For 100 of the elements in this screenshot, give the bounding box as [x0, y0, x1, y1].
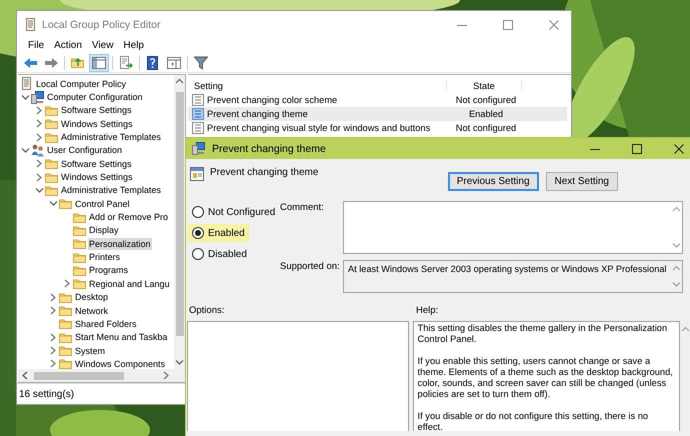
radio-button[interactable]: [192, 206, 204, 218]
scroll-thumb[interactable]: [176, 92, 184, 336]
chevron-right-icon[interactable]: [49, 292, 58, 302]
window-title: Prevent changing theme: [212, 142, 326, 154]
folder-up-icon[interactable]: [71, 56, 85, 70]
tree-item[interactable]: Computer Configuration: [46, 91, 144, 104]
folder-icon: [73, 264, 86, 277]
chevron-down-icon[interactable]: [35, 186, 44, 195]
tree-item[interactable]: User Configuration: [46, 144, 124, 156]
radio-button[interactable]: [192, 227, 204, 239]
policy-setting-icon: [190, 167, 204, 181]
setting-icon: [192, 108, 204, 120]
folder-icon: [59, 197, 72, 210]
chevron-right-icon[interactable]: [49, 332, 58, 342]
tree-item[interactable]: Administrative Templates: [60, 131, 162, 144]
chevron-right-icon[interactable]: [35, 172, 44, 182]
tree-item[interactable]: Administrative Templates: [60, 184, 162, 196]
folder-icon: [45, 117, 58, 130]
back-icon[interactable]: [23, 56, 37, 70]
radio-label[interactable]: Disabled: [208, 248, 247, 260]
tree-item[interactable]: Regional and Langu: [88, 278, 171, 290]
tree-item[interactable]: Software Settings: [60, 104, 133, 116]
folder-icon: [59, 330, 72, 344]
radio-label[interactable]: Not Configured: [208, 206, 276, 218]
setting-title: Prevent changing theme: [210, 167, 318, 178]
table-cell-text: Enabled: [468, 109, 504, 119]
folder-icon: [45, 157, 58, 170]
menu-item[interactable]: Action: [49, 38, 87, 53]
tree-item[interactable]: Display: [88, 224, 120, 236]
tree-item[interactable]: Windows Components: [74, 358, 166, 369]
scroll-up-icon[interactable]: [175, 77, 184, 86]
folder-icon: [45, 130, 58, 144]
scroll-thumb[interactable]: [34, 372, 124, 380]
tree-item[interactable]: Shared Folders: [74, 318, 138, 330]
column-header[interactable]: Setting: [188, 81, 447, 91]
chevron-right-icon[interactable]: [63, 279, 72, 288]
folder-icon: [73, 210, 86, 224]
next-setting-button[interactable]: Next Setting: [546, 172, 618, 191]
folder-icon: [59, 344, 72, 358]
scroll-right-icon[interactable]: [162, 371, 171, 380]
menu-item[interactable]: View: [86, 38, 118, 53]
chevron-down-icon[interactable]: [49, 199, 58, 208]
help-text: If you enable this setting, users cannot change or save a theme. Elements of a theme such as the desktop background, color, sounds, and screen saver can still be changed (unless policies are set to turn them off).: [418, 356, 674, 400]
folder-icon: [73, 250, 86, 264]
tree-item[interactable]: Software Settings: [60, 158, 133, 170]
tree-item[interactable]: Network: [74, 304, 110, 317]
table-cell-text: Prevent changing color scheme: [207, 95, 338, 105]
export-list-icon[interactable]: [119, 56, 133, 70]
menu-item[interactable]: File: [23, 38, 50, 53]
tree-item[interactable]: System: [74, 344, 106, 357]
chevron-right-icon[interactable]: [49, 359, 58, 368]
scroll-down-icon[interactable]: [175, 358, 184, 367]
scroll-left-icon[interactable]: [21, 371, 30, 380]
scroll-up-icon[interactable]: [672, 205, 680, 214]
comment-field[interactable]: [343, 201, 683, 254]
chevron-right-icon[interactable]: [35, 159, 44, 168]
setting-icon: [192, 94, 204, 106]
chevron-right-icon[interactable]: [35, 106, 44, 115]
window-title: Local Group Policy Editor: [42, 18, 160, 30]
users-icon: [31, 144, 44, 157]
status-text: 16 setting(s): [19, 388, 74, 400]
maximize-icon[interactable]: [632, 144, 642, 154]
table-row[interactable]: Prevent changing color scheme Not configured: [188, 93, 567, 107]
action-pane-icon[interactable]: [167, 56, 181, 70]
close-icon[interactable]: [674, 144, 684, 154]
column-header[interactable]: State: [447, 81, 522, 91]
radio-button[interactable]: [192, 248, 204, 260]
tree-item[interactable]: Control Panel: [74, 198, 131, 210]
previous-setting-button[interactable]: Previous Setting: [448, 172, 539, 191]
app-icon: [24, 18, 36, 31]
tree-item[interactable]: Personalization: [88, 238, 152, 250]
tree-item[interactable]: Printers: [88, 251, 122, 264]
tree-item[interactable]: Programs: [88, 264, 130, 276]
chevron-right-icon[interactable]: [49, 346, 58, 356]
tree-item[interactable]: Desktop: [74, 291, 110, 304]
chevron-right-icon[interactable]: [35, 132, 44, 142]
tree-pane-icon[interactable]: [92, 56, 106, 70]
folder-icon: [45, 170, 58, 184]
table-cell-text: Not configured: [454, 95, 518, 105]
vertical-scrollbar[interactable]: [174, 75, 185, 369]
field-value: At least Windows Server 2003 operating systems or Windows XP Professional: [347, 263, 668, 276]
filter-icon[interactable]: [194, 56, 208, 70]
tree-item[interactable]: Start Menu and Taskba: [74, 331, 168, 344]
folder-icon: [59, 317, 72, 330]
chevron-down-icon[interactable]: [21, 92, 30, 102]
tree-item[interactable]: Local Computer Policy: [35, 78, 128, 90]
table-row[interactable]: Prevent changing theme Enabled: [188, 107, 567, 121]
help-icon[interactable]: [146, 56, 160, 70]
chevron-down-icon[interactable]: [21, 146, 30, 155]
table-cell-text: Not configured: [454, 123, 518, 133]
horizontal-scrollbar[interactable]: [18, 369, 185, 382]
tree-item[interactable]: Windows Settings: [60, 171, 134, 184]
table-row[interactable]: Prevent changing visual style for windows and buttons Not configured: [188, 121, 567, 135]
tree-item[interactable]: Windows Settings: [60, 118, 134, 130]
chevron-right-icon[interactable]: [49, 306, 58, 316]
chevron-right-icon[interactable]: [35, 119, 44, 128]
section-label: Help:: [416, 305, 438, 316]
menu-item[interactable]: Help: [118, 38, 149, 53]
tree-item[interactable]: Add or Remove Pro: [88, 211, 170, 224]
computer-icon: [31, 90, 44, 104]
